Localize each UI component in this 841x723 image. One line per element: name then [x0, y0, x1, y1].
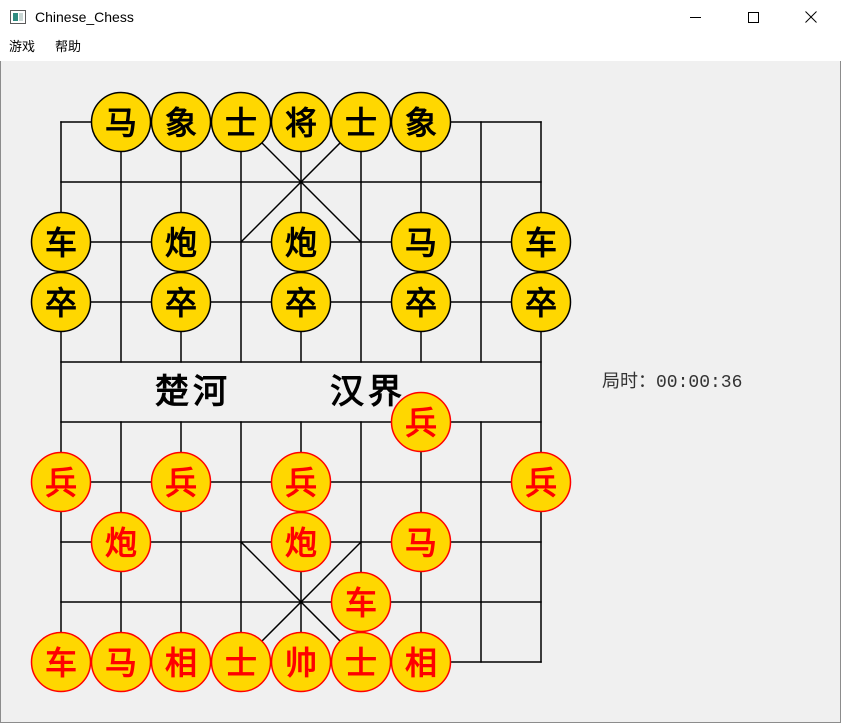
piece-label: 车	[345, 584, 377, 622]
red-soldier-piece[interactable]: 兵	[510, 451, 572, 513]
piece-label: 车	[45, 224, 77, 262]
piece-label: 马	[105, 104, 137, 142]
red-chariot-piece[interactable]: 车	[30, 631, 92, 693]
piece-label: 车	[525, 224, 557, 262]
red-cannon-piece[interactable]: 炮	[90, 511, 152, 573]
piece-label: 马	[405, 224, 437, 262]
river-label-right: 汉界	[330, 372, 406, 412]
black-horse-piece[interactable]: 马	[390, 211, 452, 273]
timer-value: 00:00:36	[656, 373, 743, 393]
black-soldier-piece[interactable]: 卒	[30, 271, 92, 333]
piece-label: 帅	[285, 644, 317, 682]
piece-label: 卒	[405, 284, 437, 322]
red-soldier-piece[interactable]: 兵	[150, 451, 212, 513]
piece-label: 兵	[405, 404, 437, 442]
piece-label: 将	[285, 104, 317, 142]
maximize-button[interactable]	[724, 0, 782, 33]
piece-label: 兵	[45, 464, 77, 502]
menu-help[interactable]: 帮助	[55, 40, 81, 56]
red-advisor-piece[interactable]: 士	[210, 631, 272, 693]
red-elephant-piece[interactable]: 相	[390, 631, 452, 693]
piece-label: 相	[405, 644, 437, 682]
piece-label: 卒	[45, 284, 77, 322]
chess-board[interactable]: 楚河 汉界 马象士将士象车炮炮马车卒卒卒卒卒兵兵兵兵兵炮炮马车车马相士帅士相	[0, 61, 620, 721]
piece-label: 兵	[165, 464, 197, 502]
red-advisor-piece[interactable]: 士	[330, 631, 392, 693]
black-soldier-piece[interactable]: 卒	[390, 271, 452, 333]
game-timer: 局时：00:00:36	[602, 373, 742, 393]
black-advisor-piece[interactable]: 士	[210, 91, 272, 153]
black-soldier-piece[interactable]: 卒	[510, 271, 572, 333]
window-title: Chinese_Chess	[35, 9, 134, 25]
red-soldier-piece[interactable]: 兵	[30, 451, 92, 513]
app-window-icon	[10, 10, 26, 24]
piece-label: 象	[165, 104, 197, 142]
red-soldier-piece[interactable]: 兵	[390, 391, 452, 453]
black-advisor-piece[interactable]: 士	[330, 91, 392, 153]
piece-label: 相	[165, 644, 197, 682]
black-chariot-piece[interactable]: 车	[510, 211, 572, 273]
black-elephant-piece[interactable]: 象	[390, 91, 452, 153]
piece-label: 兵	[285, 464, 317, 502]
piece-label: 炮	[105, 524, 137, 562]
close-button[interactable]	[782, 0, 840, 33]
red-general-piece[interactable]: 帅	[270, 631, 332, 693]
piece-label: 卒	[285, 284, 317, 322]
menu-bar: 游戏 帮助	[0, 33, 841, 61]
river-label-left: 楚河	[155, 372, 231, 412]
minimize-button[interactable]	[666, 0, 724, 33]
black-chariot-piece[interactable]: 车	[30, 211, 92, 273]
piece-label: 炮	[285, 224, 317, 262]
piece-label: 士	[225, 644, 257, 682]
piece-label: 炮	[165, 224, 197, 262]
timer-label: 局时：	[602, 373, 656, 393]
red-horse-piece[interactable]: 马	[390, 511, 452, 573]
black-cannon-piece[interactable]: 炮	[150, 211, 212, 273]
piece-label: 车	[45, 644, 77, 682]
black-soldier-piece[interactable]: 卒	[270, 271, 332, 333]
piece-label: 马	[405, 524, 437, 562]
minimize-icon	[690, 17, 701, 18]
piece-label: 象	[405, 104, 437, 142]
piece-label: 马	[105, 644, 137, 682]
piece-label: 炮	[285, 524, 317, 562]
piece-label: 卒	[525, 284, 557, 322]
piece-label: 士	[345, 644, 377, 682]
black-general-piece[interactable]: 将	[270, 91, 332, 153]
menu-game[interactable]: 游戏	[9, 40, 35, 56]
red-cannon-piece[interactable]: 炮	[270, 511, 332, 573]
red-soldier-piece[interactable]: 兵	[270, 451, 332, 513]
piece-label: 士	[225, 104, 257, 142]
red-elephant-piece[interactable]: 相	[150, 631, 212, 693]
black-elephant-piece[interactable]: 象	[150, 91, 212, 153]
maximize-icon	[748, 12, 759, 23]
close-icon	[805, 11, 817, 23]
red-horse-piece[interactable]: 马	[90, 631, 152, 693]
piece-label: 兵	[525, 464, 557, 502]
piece-label: 士	[345, 104, 377, 142]
piece-label: 卒	[165, 284, 197, 322]
red-chariot-piece[interactable]: 车	[330, 571, 392, 633]
board-grid	[60, 120, 542, 664]
black-horse-piece[interactable]: 马	[90, 91, 152, 153]
black-cannon-piece[interactable]: 炮	[270, 211, 332, 273]
title-bar[interactable]: Chinese_Chess	[0, 0, 841, 33]
black-soldier-piece[interactable]: 卒	[150, 271, 212, 333]
game-area: 楚河 汉界 马象士将士象车炮炮马车卒卒卒卒卒兵兵兵兵兵炮炮马车车马相士帅士相 局…	[0, 61, 841, 723]
